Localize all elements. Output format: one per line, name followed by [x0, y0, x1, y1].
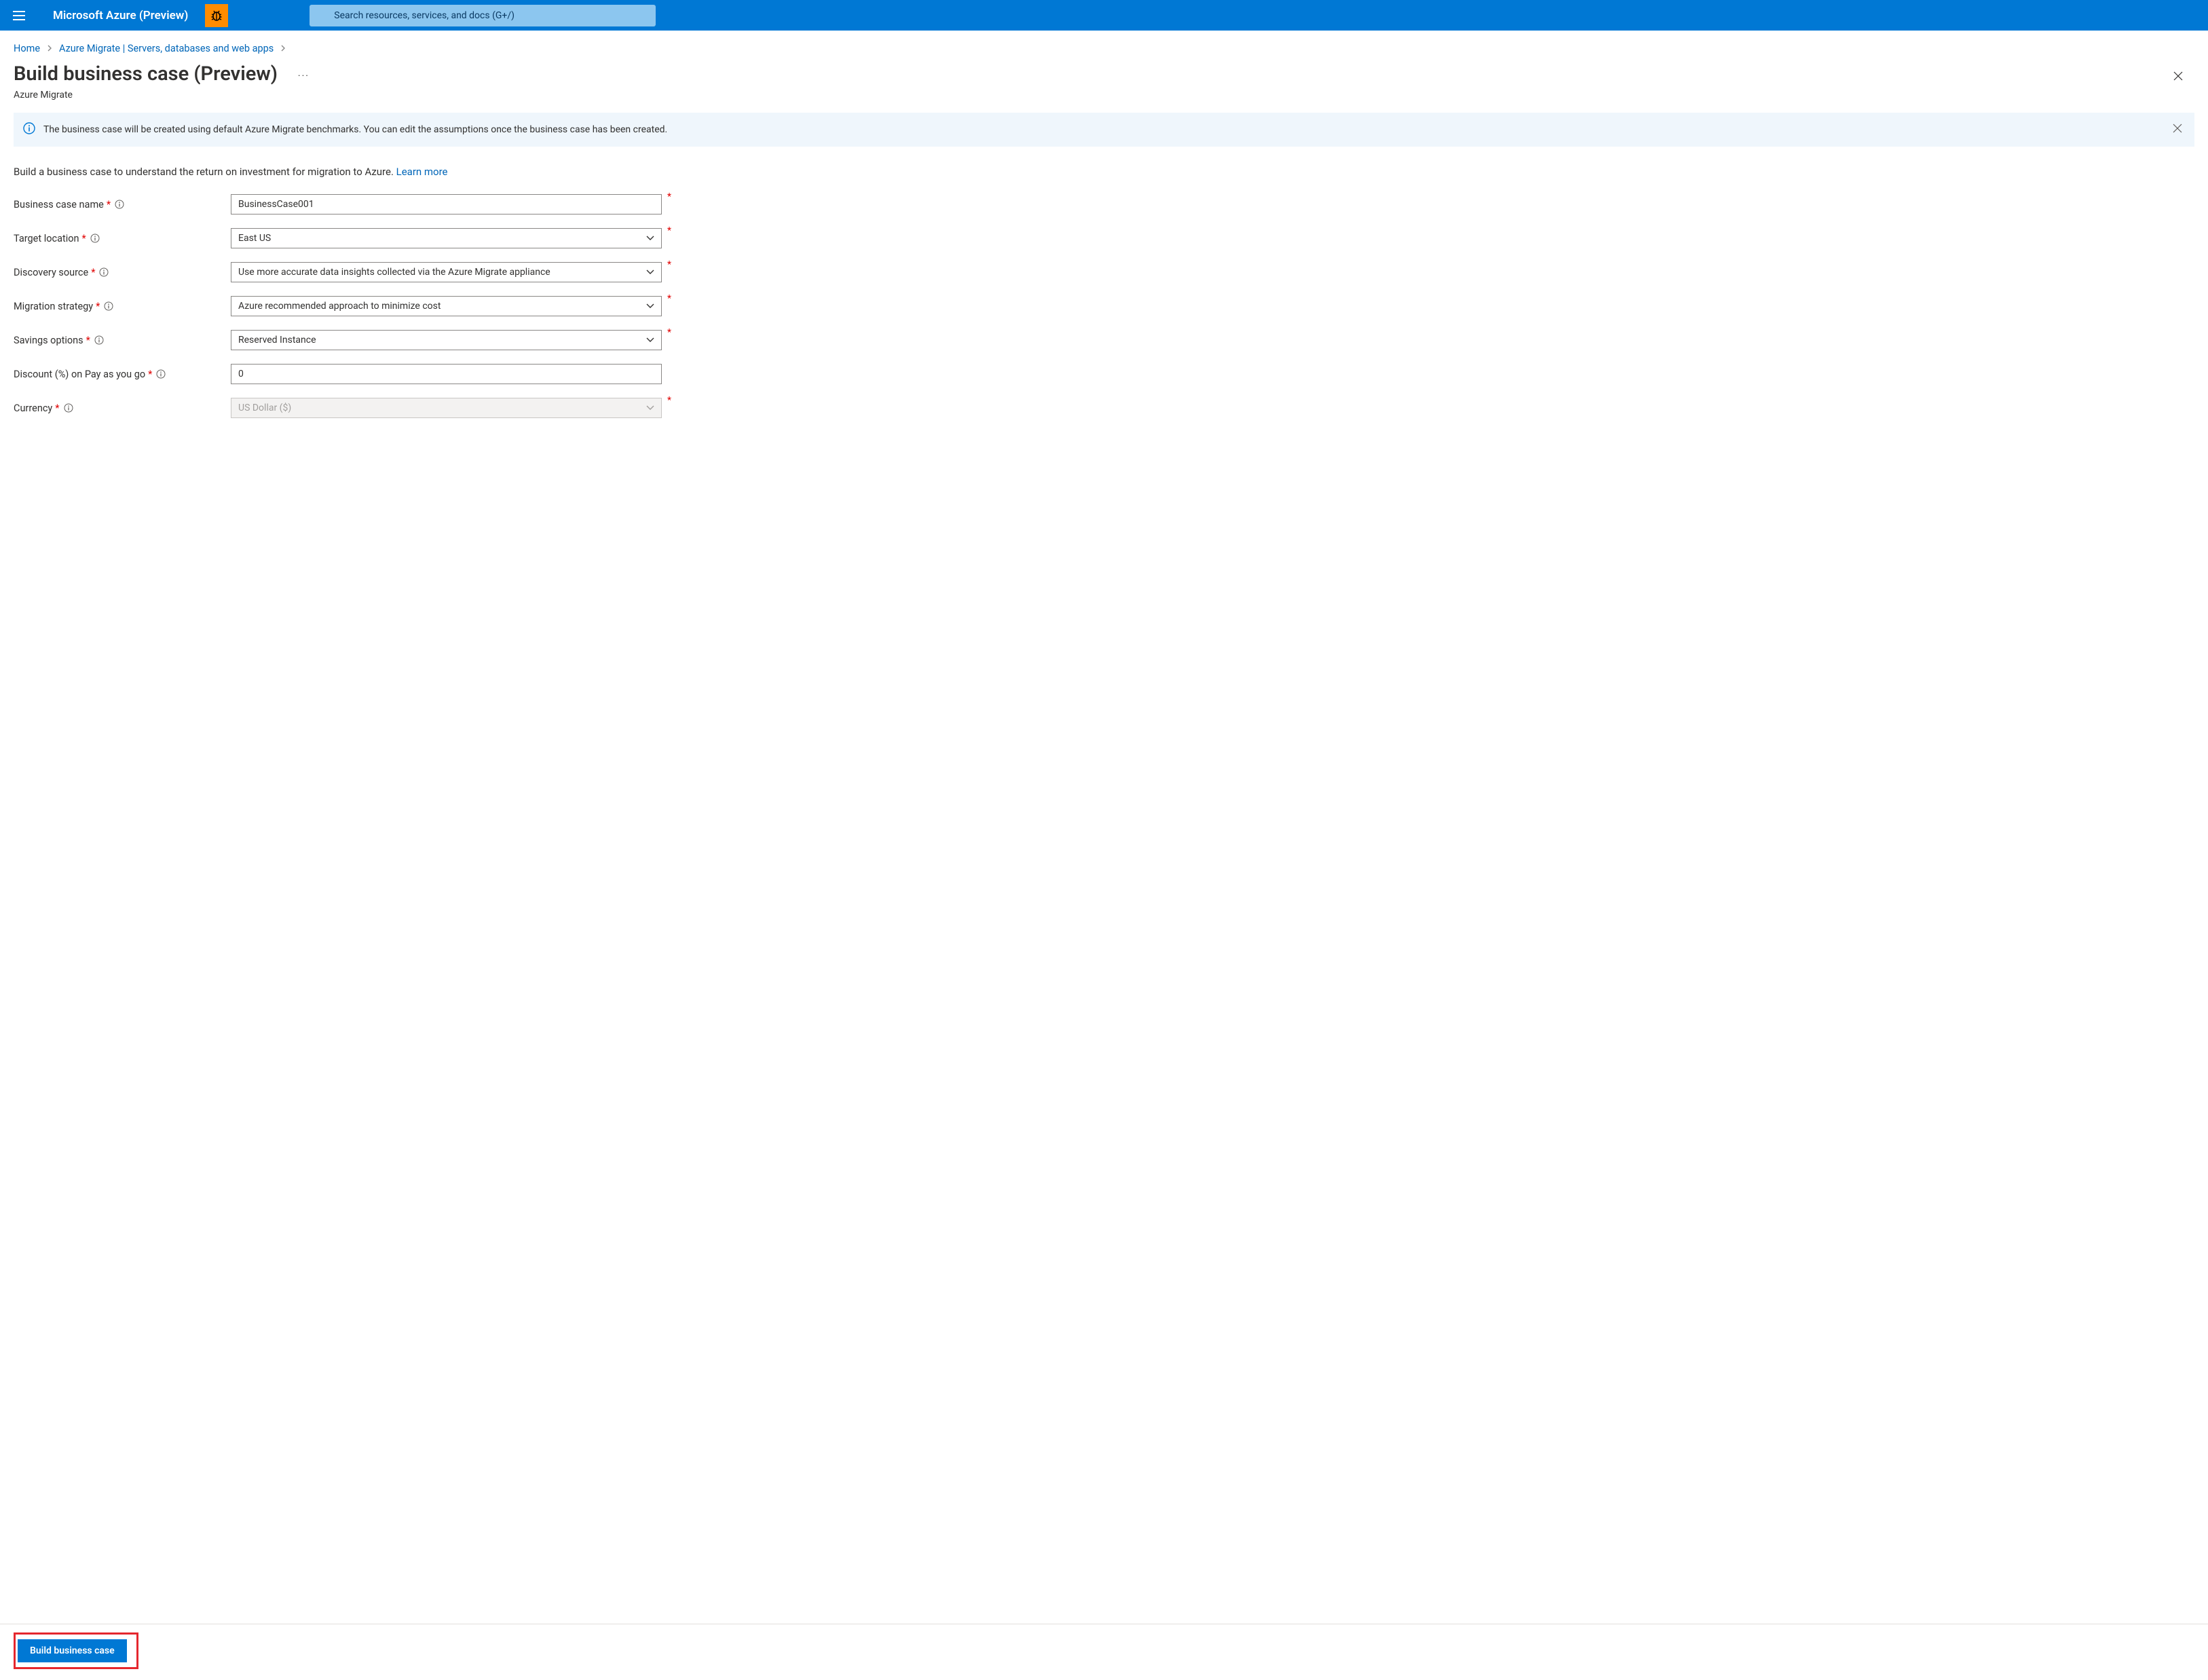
business-case-name-input[interactable]	[231, 194, 662, 214]
page-subtitle: Azure Migrate	[0, 88, 2208, 113]
hamburger-menu-button[interactable]	[5, 2, 33, 29]
breadcrumb: Home Azure Migrate | Servers, databases …	[0, 31, 2208, 57]
chevron-down-icon	[646, 233, 654, 244]
form-row-location: Target location * East US *	[14, 228, 2194, 248]
discount-input[interactable]	[231, 364, 662, 384]
required-indicator: *	[96, 301, 100, 312]
info-hint-icon[interactable]	[104, 301, 113, 311]
form-row-discovery: Discovery source * Use more accurate dat…	[14, 262, 2194, 282]
form-row-discount: Discount (%) on Pay as you go *	[14, 364, 2194, 384]
required-indicator: *	[667, 191, 671, 202]
report-bug-button[interactable]	[205, 4, 228, 27]
intro-text: Build a business case to understand the …	[0, 162, 2208, 194]
form-row-savings: Savings options * Reserved Instance *	[14, 330, 2194, 350]
info-banner-text: The business case will be created using …	[43, 124, 2162, 135]
label-business-case-name: Business case name	[14, 199, 104, 210]
info-hint-icon[interactable]	[94, 335, 104, 345]
topbar: Microsoft Azure (Preview)	[0, 0, 2208, 31]
target-location-select[interactable]: East US	[231, 228, 662, 248]
info-icon	[23, 122, 35, 137]
required-indicator: *	[667, 327, 671, 338]
chevron-down-icon	[646, 267, 654, 278]
label-target-location: Target location	[14, 233, 79, 244]
chevron-right-icon	[47, 43, 52, 54]
form-row-name: Business case name * *	[14, 194, 2194, 214]
select-value: Reserved Instance	[238, 335, 316, 346]
close-icon	[2173, 124, 2182, 133]
chevron-right-icon	[280, 43, 286, 54]
chevron-down-icon	[646, 403, 654, 413]
close-icon	[2173, 71, 2184, 81]
currency-select: US Dollar ($)	[231, 398, 662, 418]
label-discovery-source: Discovery source	[14, 267, 88, 278]
required-indicator: *	[86, 335, 90, 346]
required-indicator: *	[148, 369, 152, 380]
select-value: East US	[238, 233, 271, 244]
bug-icon	[210, 9, 223, 22]
form-row-strategy: Migration strategy * Azure recommended a…	[14, 296, 2194, 316]
required-indicator: *	[667, 225, 671, 236]
chevron-down-icon	[646, 335, 654, 346]
more-actions-button[interactable]: ···	[298, 71, 310, 81]
required-indicator: *	[667, 395, 671, 406]
page-header: Build business case (Preview) ···	[0, 57, 2208, 88]
form-row-currency: Currency * US Dollar ($) *	[14, 398, 2194, 418]
migration-strategy-select[interactable]: Azure recommended approach to minimize c…	[231, 296, 662, 316]
required-indicator: *	[91, 267, 95, 278]
discovery-source-select[interactable]: Use more accurate data insights collecte…	[231, 262, 662, 282]
hamburger-icon	[13, 11, 25, 20]
savings-options-select[interactable]: Reserved Instance	[231, 330, 662, 350]
label-savings-options: Savings options	[14, 335, 83, 346]
label-discount: Discount (%) on Pay as you go	[14, 369, 145, 380]
business-case-form: Business case name * * Target location *…	[0, 194, 2208, 418]
select-value: Azure recommended approach to minimize c…	[238, 301, 441, 312]
dismiss-banner-button[interactable]	[2170, 121, 2185, 138]
close-button[interactable]	[2169, 67, 2188, 88]
info-banner: The business case will be created using …	[14, 113, 2194, 147]
info-hint-icon[interactable]	[90, 234, 100, 243]
select-value: Use more accurate data insights collecte…	[238, 267, 550, 278]
info-hint-icon[interactable]	[156, 369, 166, 379]
info-hint-icon[interactable]	[115, 200, 124, 209]
required-indicator: *	[667, 259, 671, 270]
info-hint-icon[interactable]	[99, 267, 109, 277]
intro-body: Build a business case to understand the …	[14, 166, 396, 178]
required-indicator: *	[667, 293, 671, 304]
breadcrumb-home[interactable]: Home	[14, 43, 40, 54]
label-migration-strategy: Migration strategy	[14, 301, 93, 312]
select-value: US Dollar ($)	[238, 403, 291, 413]
page-title: Build business case (Preview)	[14, 62, 278, 86]
build-business-case-button[interactable]: Build business case	[18, 1639, 127, 1662]
chevron-down-icon	[646, 301, 654, 312]
info-hint-icon[interactable]	[64, 403, 73, 413]
footer-bar: Build business case	[0, 1624, 2208, 1680]
highlight-annotation: Build business case	[14, 1632, 138, 1669]
search-input[interactable]	[310, 5, 656, 26]
required-indicator: *	[82, 233, 86, 244]
learn-more-link[interactable]: Learn more	[396, 166, 448, 178]
label-currency: Currency	[14, 403, 52, 414]
brand-title[interactable]: Microsoft Azure (Preview)	[53, 9, 188, 22]
required-indicator: *	[55, 403, 59, 414]
required-indicator: *	[107, 199, 111, 210]
breadcrumb-azure-migrate[interactable]: Azure Migrate | Servers, databases and w…	[59, 43, 274, 54]
